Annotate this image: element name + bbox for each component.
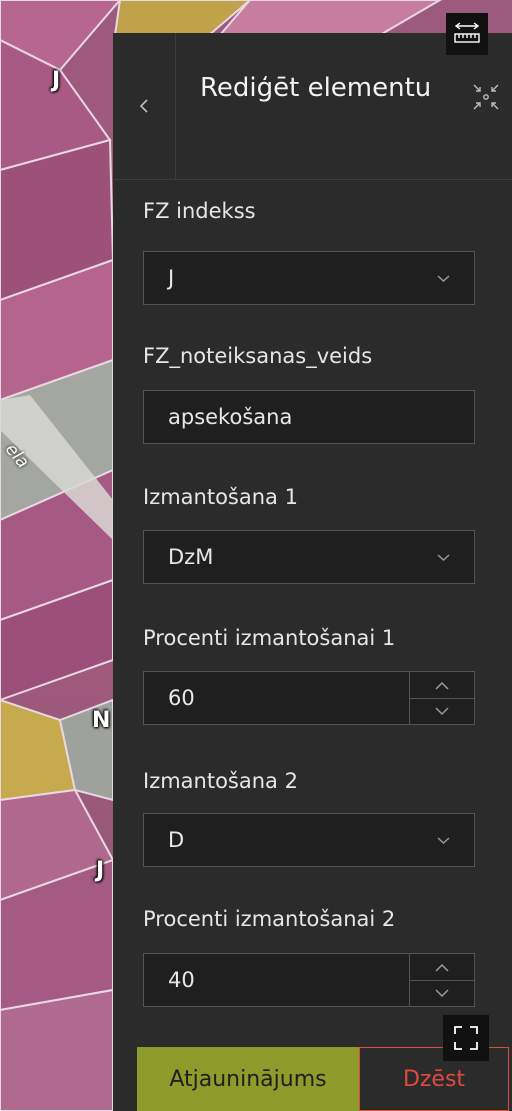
procenti-1-value: 60: [168, 686, 195, 710]
fz-indekss-value: J: [168, 266, 175, 290]
back-button[interactable]: [113, 33, 176, 179]
procenti-2-value: 40: [168, 968, 195, 992]
panel-header: Rediģēt elementu: [113, 33, 512, 180]
chevron-down-icon: [435, 706, 449, 715]
chevron-left-icon: [139, 99, 148, 113]
chevron-down-icon: [437, 554, 450, 562]
map-label-zone: J: [52, 68, 61, 93]
measure-button[interactable]: [446, 13, 488, 55]
chevron-down-icon: [437, 275, 450, 283]
procenti-1-input[interactable]: 60: [143, 671, 475, 725]
map-label-zone: N: [92, 708, 111, 733]
fz-indekss-label: FZ indekss: [143, 199, 256, 223]
increment-button[interactable]: [410, 954, 474, 981]
izmantosana-2-select[interactable]: D: [143, 813, 475, 867]
chevron-up-icon: [435, 963, 449, 972]
fz-noteiksanas-veids-input[interactable]: apsekošana: [143, 390, 475, 444]
procenti-2-stepper: [409, 954, 474, 1006]
fz-noteiksanas-veids-value: apsekošana: [168, 405, 293, 429]
fullscreen-button[interactable]: [443, 1015, 489, 1061]
collapse-button[interactable]: [470, 81, 502, 113]
edit-feature-panel: Rediģēt elementu FZ indekss J FZ_noteiks…: [113, 33, 512, 1111]
decrement-button[interactable]: [410, 698, 474, 724]
izmantosana-1-select[interactable]: DzM: [143, 530, 475, 584]
increment-button[interactable]: [410, 672, 474, 699]
izmantosana-1-label: Izmantošana 1: [143, 485, 298, 509]
map-label-zone: J: [96, 858, 105, 883]
chevron-up-icon: [435, 681, 449, 690]
izmantosana-2-label: Izmantošana 2: [143, 769, 298, 793]
update-button[interactable]: Atjauninājums: [137, 1047, 359, 1111]
procenti-2-input[interactable]: 40: [143, 953, 475, 1007]
fz-noteiksanas-veids-label: FZ_noteiksanas_veids: [143, 344, 373, 368]
izmantosana-1-value: DzM: [168, 545, 214, 569]
collapse-arrows-icon: [473, 84, 499, 110]
fz-indekss-select[interactable]: J: [143, 251, 475, 305]
chevron-down-icon: [435, 988, 449, 997]
fullscreen-icon: [454, 1026, 478, 1050]
izmantosana-2-value: D: [168, 828, 185, 852]
procenti-1-stepper: [409, 672, 474, 724]
measure-icon: [454, 22, 480, 43]
panel-title: Rediģēt elementu: [200, 73, 432, 103]
procenti-1-label: Procenti izmantošanai 1: [143, 626, 396, 650]
decrement-button[interactable]: [410, 980, 474, 1006]
chevron-down-icon: [437, 837, 450, 845]
procenti-2-label: Procenti izmantošanai 2: [143, 907, 396, 931]
